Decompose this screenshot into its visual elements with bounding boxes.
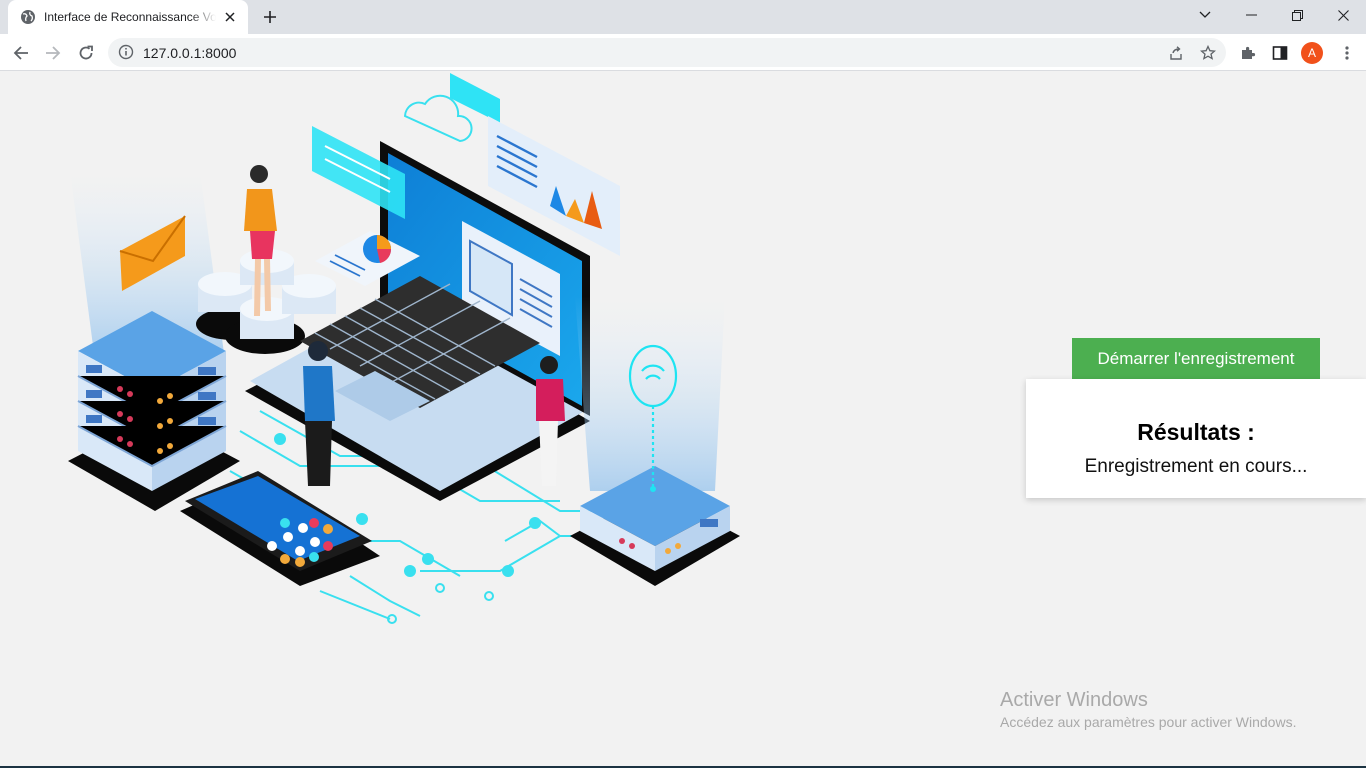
side-panel-icon[interactable]	[1267, 40, 1293, 66]
plus-icon[interactable]	[258, 5, 282, 29]
windows-activation-watermark: Activer Windows Accédez aux paramètres p…	[1000, 689, 1296, 730]
minimize-icon[interactable]	[1228, 0, 1274, 30]
activation-subtitle: Accédez aux paramètres pour activer Wind…	[1000, 714, 1297, 730]
results-card: Résultats : Enregistrement en cours...	[1026, 379, 1366, 498]
close-icon[interactable]	[222, 9, 238, 25]
browser-tab-strip: Interface de Reconnaissance Vocale	[0, 0, 1366, 34]
address-bar[interactable]: 127.0.0.1:8000	[108, 38, 1226, 67]
activation-title: Activer Windows	[1000, 689, 1148, 711]
star-icon[interactable]	[1198, 43, 1218, 63]
smartphone	[180, 471, 380, 586]
globe-icon	[21, 10, 35, 24]
window-close-icon[interactable]	[1320, 0, 1366, 30]
kebab-menu-icon[interactable]	[1334, 40, 1360, 66]
browser-toolbar: 127.0.0.1:8000 A	[0, 34, 1366, 71]
page-content: Démarrer l'enregistrement Résultats : En…	[0, 71, 1366, 766]
chevron-down-icon[interactable]	[1182, 0, 1228, 30]
puzzle-icon[interactable]	[1235, 40, 1261, 66]
info-icon[interactable]	[118, 44, 134, 60]
share-icon[interactable]	[1166, 43, 1186, 63]
hero-illustration	[68, 73, 740, 624]
url-text[interactable]: 127.0.0.1:8000	[143, 45, 236, 61]
tab-title: Interface de Reconnaissance Vocale	[44, 10, 216, 24]
reload-icon[interactable]	[73, 40, 99, 66]
back-arrow-icon[interactable]	[8, 40, 34, 66]
restore-icon[interactable]	[1274, 0, 1320, 30]
results-title: Résultats :	[1137, 419, 1255, 445]
results-status-text: Enregistrement en cours...	[1084, 456, 1308, 477]
profile-avatar[interactable]: A	[1301, 42, 1323, 64]
start-recording-button[interactable]: Démarrer l'enregistrement	[1072, 338, 1320, 379]
browser-tab[interactable]: Interface de Reconnaissance Vocale	[8, 0, 248, 34]
forward-arrow-icon[interactable]	[40, 40, 66, 66]
